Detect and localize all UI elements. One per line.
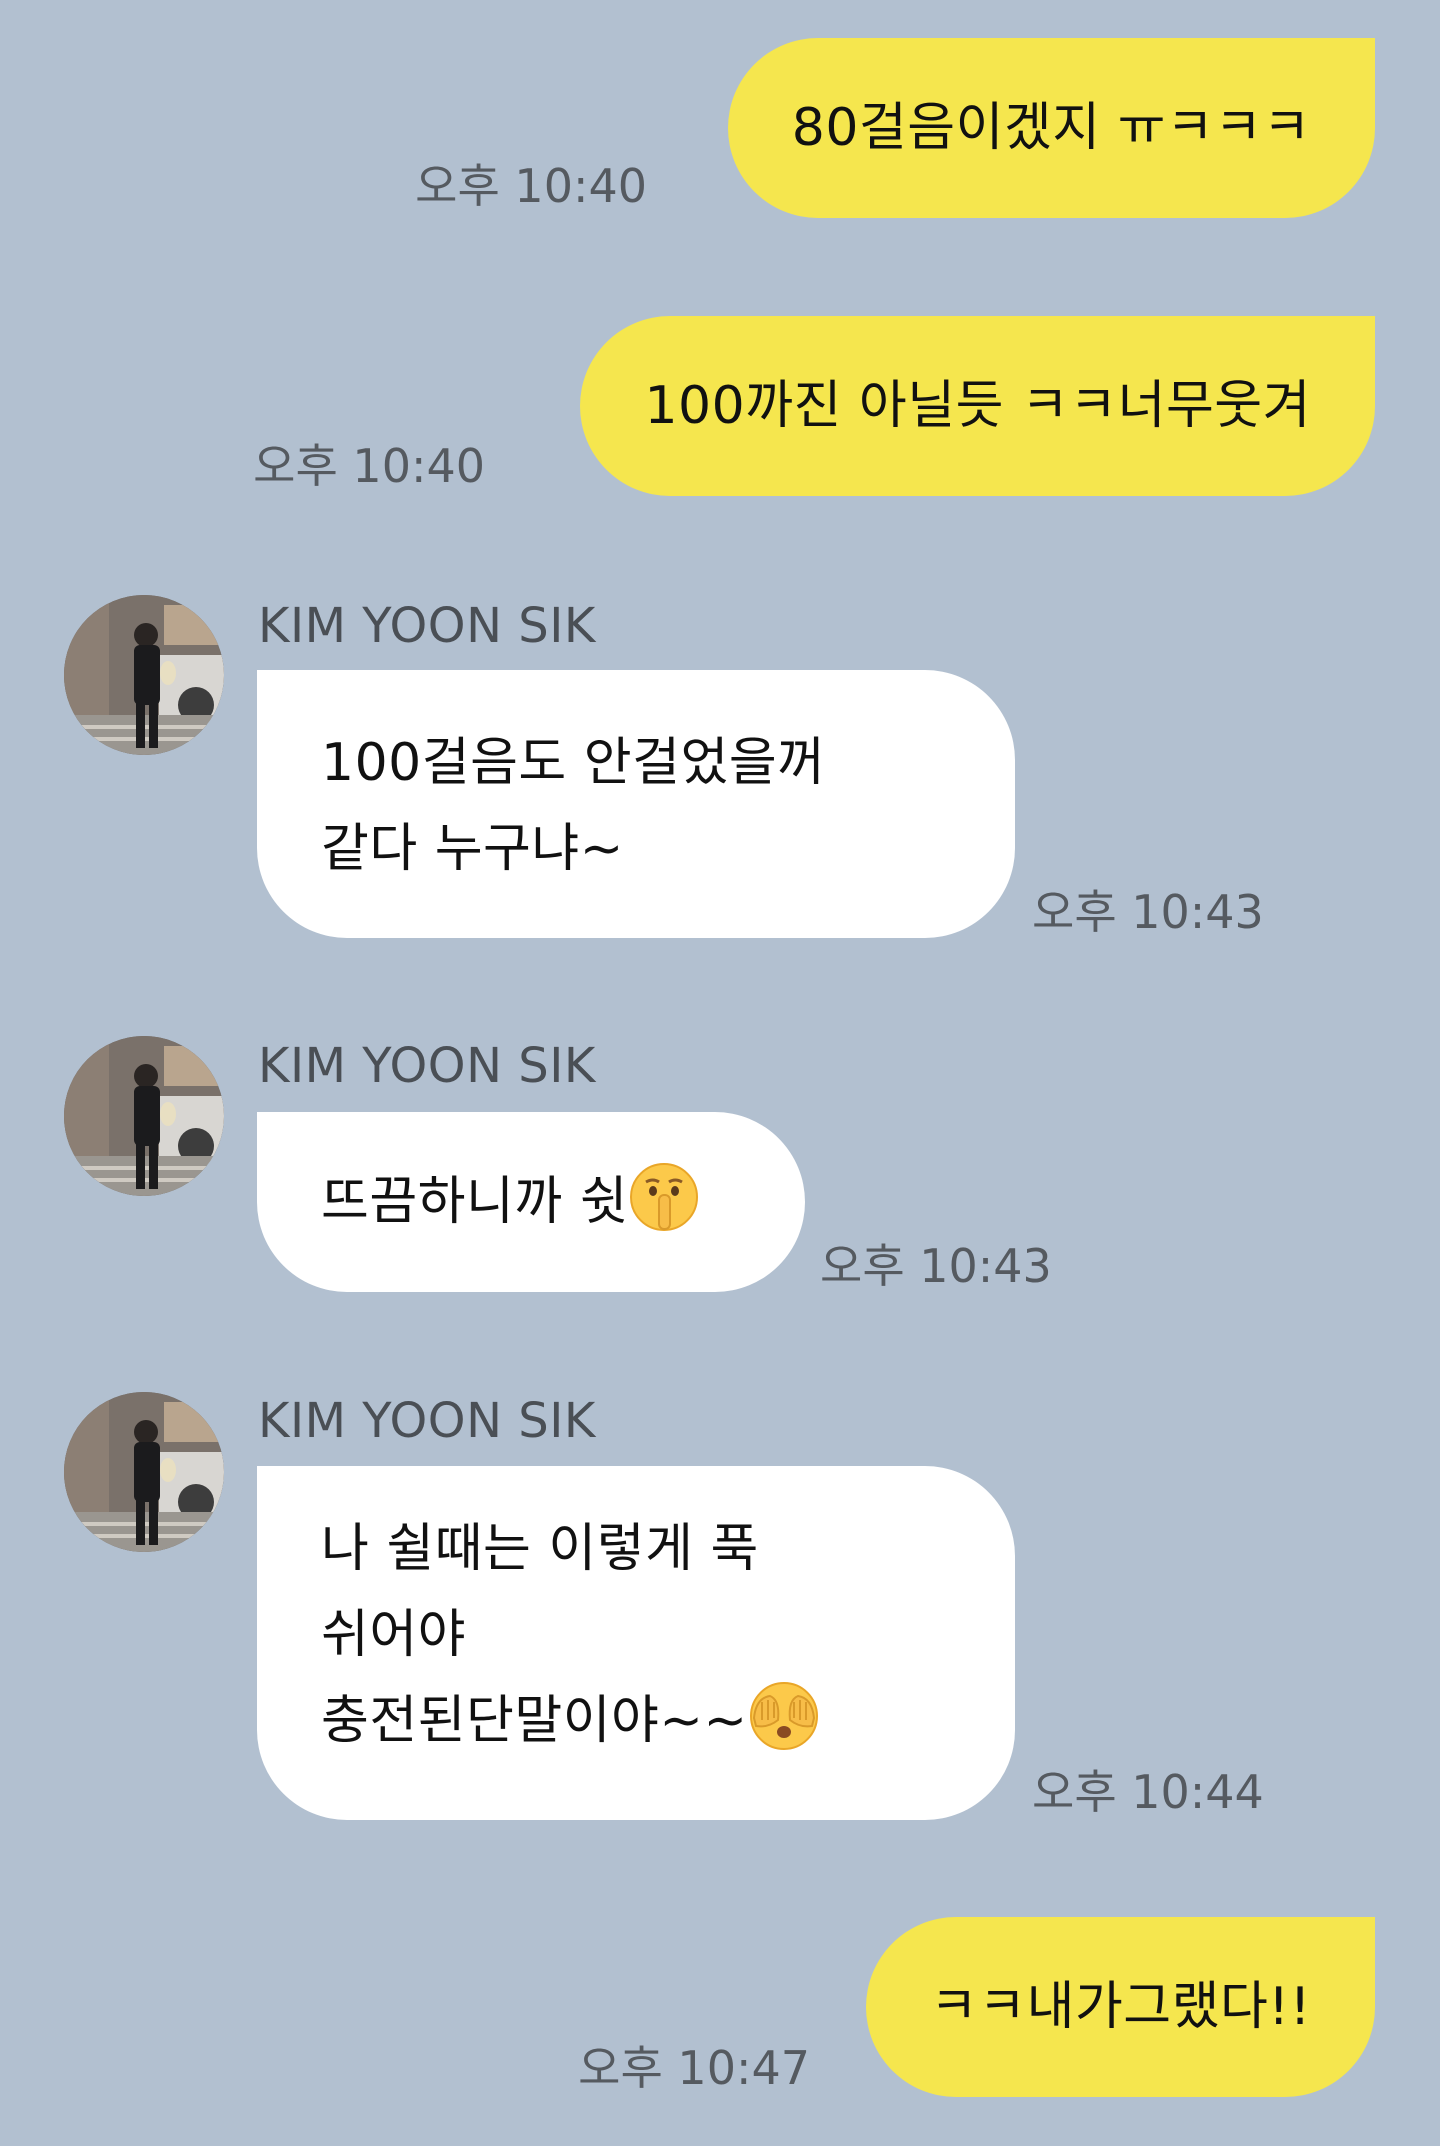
other-message-bubble[interactable]: 뜨끔하니까 쉿 <box>257 1112 805 1292</box>
see-no-evil-face-emoji <box>748 1680 820 1752</box>
my-message-bubble[interactable]: 80걸음이겠지 ㅠㅋㅋㅋ <box>727 38 1375 218</box>
message-timestamp: 오후 10:40 <box>253 439 485 493</box>
message-timestamp: 오후 10:40 <box>415 159 647 213</box>
my-message-bubble[interactable]: 100까진 아닐듯 ㅋㅋ너무웃겨 <box>580 316 1375 496</box>
avatar[interactable] <box>64 1036 224 1196</box>
message-text-line: 쉬어야 <box>321 1605 467 1665</box>
other-message-bubble[interactable]: 나 쉴때는 이렇게 푹 쉬어야 충전된단말이야~~ <box>257 1466 1015 1820</box>
profile-photo <box>64 1036 224 1196</box>
chat-area[interactable]: 오후 10:40 80걸음이겠지 ㅠㅋㅋㅋ 오후 10:40 100까진 아닐듯… <box>0 0 1440 2146</box>
message-text: ㅋㅋ내가그랬다!! <box>929 1977 1311 2037</box>
avatar[interactable] <box>64 595 224 755</box>
message-text-line: 나 쉴때는 이렇게 푹 <box>321 1519 759 1579</box>
message-text: 80걸음이겠지 ㅠㅋㅋㅋ <box>791 98 1311 158</box>
message-timestamp: 오후 10:43 <box>1032 885 1264 939</box>
message-text: 충전된단말이야~~ <box>321 1691 748 1751</box>
message-text: 뜨끔하니까 쉿 <box>321 1172 629 1232</box>
message-timestamp: 오후 10:47 <box>578 2041 810 2095</box>
avatar[interactable] <box>64 1392 224 1552</box>
other-message-bubble[interactable]: 100걸음도 안걸었을꺼 같다 누구냐~ <box>257 670 1015 938</box>
message-timestamp: 오후 10:43 <box>820 1239 1052 1293</box>
message-text-line: 같다 누구냐~ <box>321 819 624 879</box>
sender-name: KIM YOON SIK <box>258 1393 596 1449</box>
shushing-face-emoji <box>628 1161 700 1233</box>
sender-name: KIM YOON SIK <box>258 598 596 654</box>
message-timestamp: 오후 10:44 <box>1032 1765 1264 1819</box>
sender-name: KIM YOON SIK <box>258 1038 596 1094</box>
message-text: 100까진 아닐듯 ㅋㅋ너무웃겨 <box>644 376 1311 436</box>
profile-photo <box>64 1392 224 1552</box>
profile-photo <box>64 595 224 755</box>
message-text-line: 100걸음도 안걸었을꺼 <box>321 733 826 793</box>
message-text-line: 충전된단말이야~~ <box>321 1678 951 1764</box>
my-message-bubble[interactable]: ㅋㅋ내가그랬다!! <box>865 1917 1375 2097</box>
